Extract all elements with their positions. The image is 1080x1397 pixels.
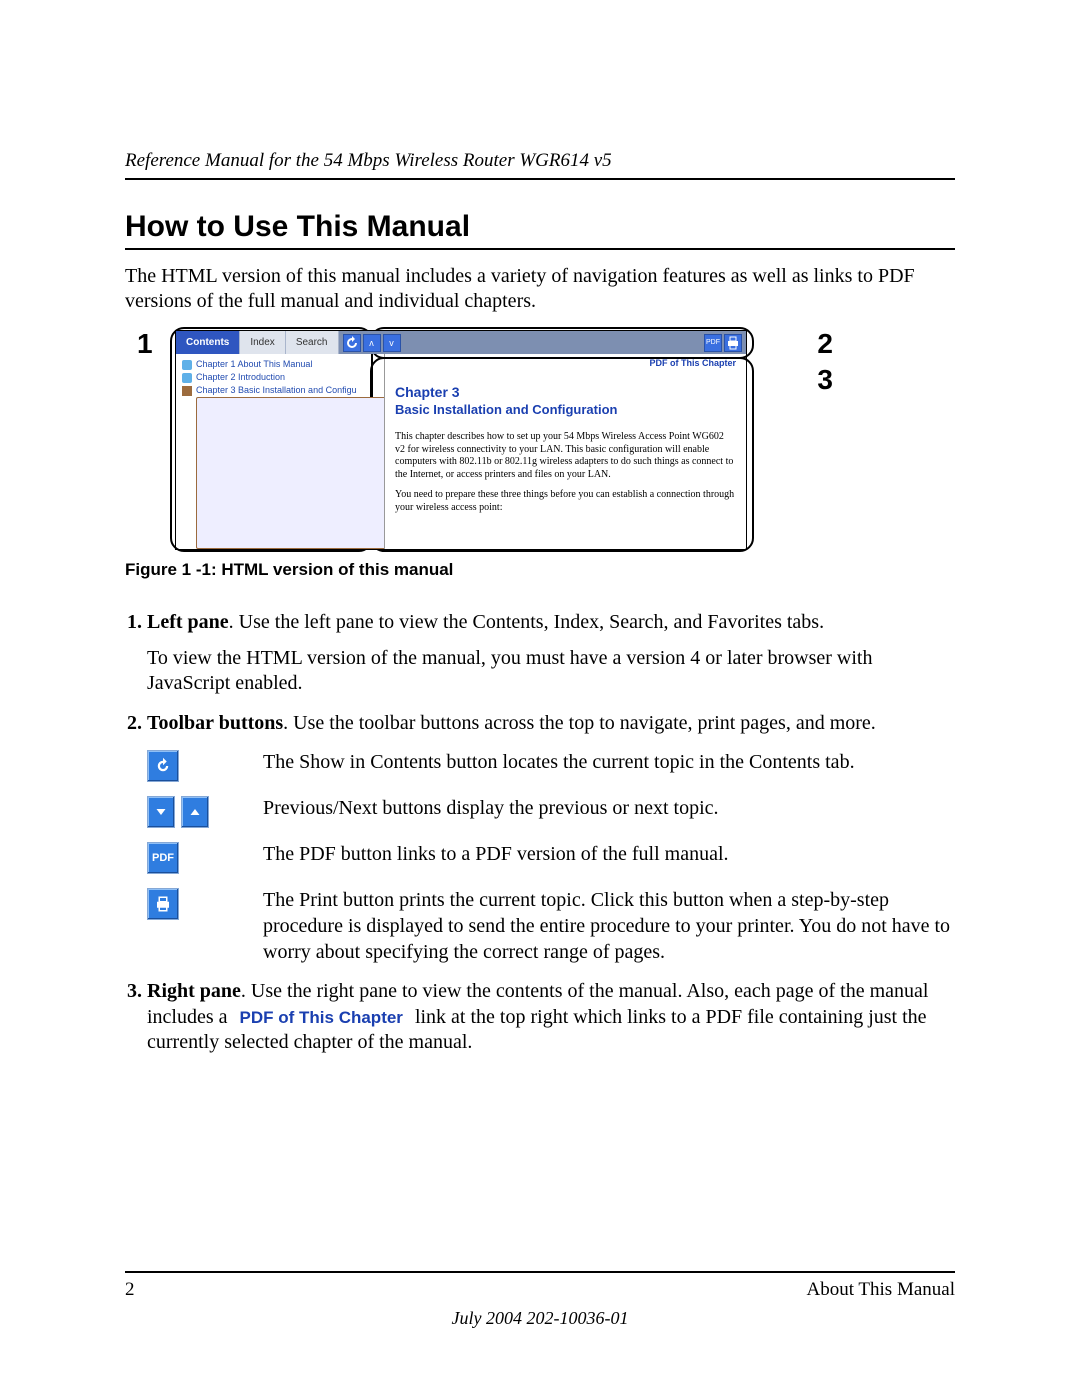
figure-caption: Figure 1 -1: HTML version of this manual — [125, 560, 955, 580]
figure-left-toc: Chapter 1 About This Manual Chapter 2 In… — [176, 354, 385, 549]
section-title: How to Use This Manual — [125, 210, 955, 250]
item2-rest: . Use the toolbar buttons across the top… — [283, 712, 876, 734]
figure-wrapper: 1 2 3 Contents Index Search ᴧ ᴠ PDF — [165, 330, 805, 550]
toc-item[interactable]: Chapter 2 Introduction — [196, 371, 285, 384]
down-arrow-icon[interactable]: ᴠ — [383, 334, 401, 352]
page-footer-date: July 2004 202-10036-01 — [0, 1308, 1080, 1329]
print-desc: The Print button prints the current topi… — [263, 888, 955, 965]
figure-body: Chapter 1 About This Manual Chapter 2 In… — [176, 354, 746, 549]
icon-row-print: The Print button prints the current topi… — [147, 888, 955, 965]
toolbar-icon-group-left: ᴧ ᴠ — [339, 331, 401, 354]
icon-row-prev-next: Previous/Next buttons display the previo… — [147, 796, 955, 828]
figure-toolbar: Contents Index Search ᴧ ᴠ PDF — [176, 331, 746, 354]
tab-search[interactable]: Search — [286, 331, 339, 354]
show-in-contents-desc: The Show in Contents button locates the … — [263, 750, 955, 776]
running-header: Reference Manual for the 54 Mbps Wireles… — [125, 150, 955, 180]
next-icon[interactable] — [181, 796, 209, 828]
chapter-para-2: You need to prepare these three things b… — [395, 489, 736, 514]
page-number: 2 — [125, 1279, 135, 1301]
footer-section-name: About This Manual — [807, 1279, 955, 1301]
callout-1: 1 — [137, 328, 153, 360]
chapter-number: Chapter 3 — [395, 384, 736, 400]
list-item-2: Toolbar buttons. Use the toolbar buttons… — [147, 711, 955, 965]
item1-lead: Left pane — [147, 611, 229, 633]
intro-paragraph: The HTML version of this manual includes… — [125, 264, 955, 314]
body-ordered-list: Left pane. Use the left pane to view the… — [125, 610, 955, 1056]
up-arrow-icon[interactable]: ᴧ — [363, 334, 381, 352]
pdf-icon[interactable]: PDF — [704, 334, 722, 352]
tab-contents[interactable]: Contents — [176, 331, 240, 354]
toolbar-icon-group-right: PDF — [704, 331, 746, 354]
callout-3: 3 — [817, 364, 833, 396]
tab-index[interactable]: Index — [240, 331, 285, 354]
pdf-of-chapter-link[interactable]: PDF of This Chapter — [649, 358, 736, 368]
pdf-button-icon[interactable]: PDF — [147, 842, 179, 874]
callout-2: 2 — [817, 328, 833, 360]
item1-rest: . Use the left pane to view the Contents… — [229, 611, 824, 633]
toc-item[interactable]: Chapter 3 Basic Installation and Configu — [196, 384, 357, 397]
print-button-icon[interactable] — [147, 888, 179, 920]
refresh-icon[interactable] — [343, 334, 361, 352]
item1-paragraph: To view the HTML version of the manual, … — [147, 646, 955, 697]
toc-item[interactable]: Chapter 1 About This Manual — [196, 358, 312, 371]
previous-icon[interactable] — [147, 796, 175, 828]
list-item-1: Left pane. Use the left pane to view the… — [147, 610, 955, 697]
manual-page: Reference Manual for the 54 Mbps Wireles… — [0, 0, 1080, 1397]
chapter-title: Basic Installation and Configuration — [395, 402, 736, 417]
page-footer: 2 About This Manual — [125, 1271, 955, 1301]
pdf-desc: The PDF button links to a PDF version of… — [263, 842, 955, 868]
icon-row-show-contents: The Show in Contents button locates the … — [147, 750, 955, 782]
prev-next-desc: Previous/Next buttons display the previo… — [263, 796, 955, 822]
figure-screenshot: Contents Index Search ᴧ ᴠ PDF — [175, 330, 747, 550]
icon-row-pdf: PDF The PDF button links to a PDF versio… — [147, 842, 955, 874]
show-in-contents-icon[interactable] — [147, 750, 179, 782]
print-icon[interactable] — [724, 334, 742, 352]
item3-lead: Right pane — [147, 980, 241, 1002]
chapter-para-1: This chapter describes how to set up you… — [395, 431, 736, 481]
list-item-3: Right pane. Use the right pane to view t… — [147, 979, 955, 1056]
figure-right-content: PDF of This Chapter Chapter 3 Basic Inst… — [385, 354, 746, 549]
pdf-of-chapter-inline-link[interactable]: PDF of This Chapter — [233, 1007, 410, 1028]
item2-lead: Toolbar buttons — [147, 712, 283, 734]
